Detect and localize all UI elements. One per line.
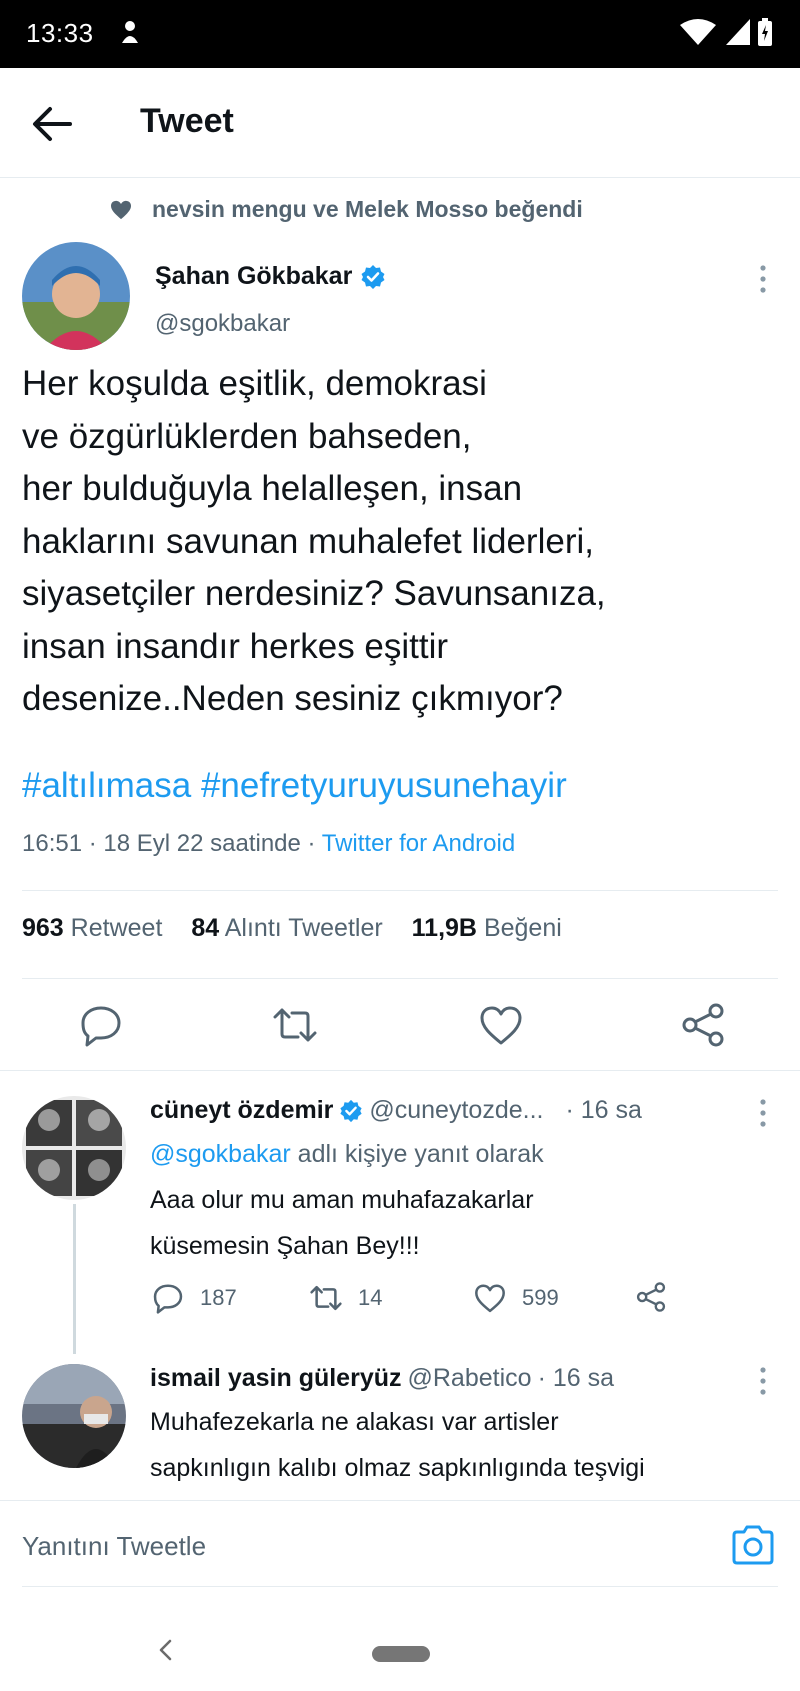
signal-icon [726,19,750,45]
reply-header[interactable]: cüneyt özdemir @cuneytozde... · 16 sa [150,1096,642,1125]
tweet-text-line: Her koşulda eşitlik, demokrasi [22,364,487,403]
home-pill[interactable] [372,1646,430,1662]
likes-count: 11,9B [411,914,477,942]
reply-retweet-button[interactable]: 14 [308,1280,382,1316]
quotes-stat[interactable]: 84 Alıntı Tweetler [191,914,382,942]
replying-to: @sgokbakar adlı kişiye yanıt olarak [150,1140,544,1169]
nav-back-icon[interactable] [156,1638,176,1662]
divider [22,978,778,979]
retweets-stat[interactable]: 963 Retweet [22,914,162,942]
reply-author-name: cüneyt özdemir [150,1096,334,1124]
heart-filled-icon [111,200,131,219]
reply-likes-count: 599 [522,1285,559,1310]
reply-avatar[interactable] [22,1364,126,1468]
reply-header[interactable]: ismail yasin güleryüz @Rabetico · 16 sa [150,1364,614,1393]
reply-time: · 16 sa [537,1364,614,1392]
retweet-icon [310,1285,342,1311]
verified-badge-icon [340,1099,362,1122]
quotes-label: Alıntı Tweetler [224,914,383,942]
divider [0,1070,800,1071]
tweet-stats: 963 Retweet 84 Alıntı Tweetler 11,9B Beğ… [22,914,562,943]
reply-reply-button[interactable]: 187 [150,1280,237,1316]
reply-share-button[interactable] [634,1280,668,1314]
replying-to-mention[interactable]: @sgokbakar [150,1140,291,1168]
retweets-label: Retweet [70,914,163,942]
reply-like-button[interactable]: 599 [472,1280,559,1316]
divider [22,890,778,891]
share-icon [636,1282,666,1312]
reply-text-line: sapkınlıgın kalıbı olmaz sapkınlıgında t… [150,1454,645,1482]
notification-icon [122,21,138,43]
wifi-icon [680,19,716,45]
author-avatar[interactable] [22,242,130,350]
author-handle[interactable]: @sgokbakar [155,310,290,338]
app-bar: Tweet [0,68,800,178]
reply-replies-count: 187 [200,1285,237,1310]
reply-icon[interactable] [76,1000,126,1050]
reply-composer[interactable]: Yanıtını Tweetle [0,1500,800,1590]
reply-time: · 16 sa [565,1096,642,1124]
reply-input-placeholder[interactable]: Yanıtını Tweetle [22,1531,206,1562]
reply-author-handle: @Rabetico [407,1364,532,1392]
reply-author-name: ismail yasin güleryüz [150,1364,402,1392]
share-icon[interactable] [678,1000,728,1050]
reply-text-line: küsemesin Şahan Bey!!! [150,1232,420,1260]
back-arrow-icon[interactable] [30,104,74,144]
replying-to-label: adlı kişiye yanıt olarak [290,1140,544,1168]
more-options-icon[interactable] [758,264,768,294]
liked-by-context[interactable]: nevsin mengu ve Melek Mosso beğendi [110,196,583,223]
tweet-actions [0,1000,800,1060]
reply-avatar-image [22,1096,126,1200]
reply-more-icon[interactable] [758,1366,768,1396]
verified-badge-icon [361,264,385,289]
retweet-icon[interactable] [270,1000,320,1050]
quotes-count: 84 [191,914,220,942]
tweet-text-line: siyasetçiler nerdesiniz? Savunsanıza, [22,574,606,613]
reply-icon [153,1284,183,1314]
reply-author-handle: @cuneytozde... [369,1096,544,1124]
system-nav-bar [0,1600,800,1691]
reply-avatar-image [22,1364,126,1468]
tweet-text-line: insan insandır herkes eşittir [22,626,449,666]
thread-connector [73,1204,76,1354]
tweet-timestamp: 16:51 · 18 Eyl 22 saatinde · [22,830,322,857]
tweet-text: Her koşulda eşitlik, demokrasi ve özgürl… [22,358,782,726]
reply-text-line: Muhafezekarla ne alakası var artisler [150,1408,559,1436]
tweet-text-line: desenize..Neden sesiniz çıkmıyor? [22,679,563,718]
page-title: Tweet [140,102,234,140]
divider [22,1586,778,1587]
liked-by-text: nevsin mengu ve Melek Mosso beğendi [152,196,583,222]
retweets-count: 963 [22,914,64,942]
author-name-row[interactable]: Şahan Gökbakar [155,262,386,291]
tweet-source-link[interactable]: Twitter for Android [322,830,515,857]
battery-icon [758,18,772,46]
like-icon[interactable] [476,1000,526,1050]
reply-more-icon[interactable] [758,1098,768,1128]
like-icon [475,1284,505,1313]
tweet-text-line: her bulduğuyla helalleşen, insan [22,469,523,508]
camera-icon[interactable] [730,1523,776,1567]
tweet-meta: 16:51 · 18 Eyl 22 saatinde · Twitter for… [22,830,515,858]
status-time: 13:33 [26,18,94,48]
tweet-text-line: haklarını savunan muhalefet liderleri, [22,521,594,561]
author-avatar-image [22,242,130,350]
reply-avatar[interactable] [22,1096,126,1200]
reply-actions: 187 14 599 [150,1280,710,1320]
system-icons [678,18,772,46]
author-name: Şahan Gökbakar [155,262,353,290]
reply-text-line: Aaa olur mu aman muhafazakarlar [150,1186,534,1214]
reply-retweets-count: 14 [358,1285,383,1310]
likes-stat[interactable]: 11,9B Beğeni [412,914,562,942]
likes-label: Beğeni [483,914,562,942]
tweet-hashtags[interactable]: #altılımasa #nefretyuruyusunehayir [22,760,567,812]
tweet-text-line: ve özgürlüklerden bahseden, [22,416,472,456]
status-bar: 13:33 [0,0,800,68]
